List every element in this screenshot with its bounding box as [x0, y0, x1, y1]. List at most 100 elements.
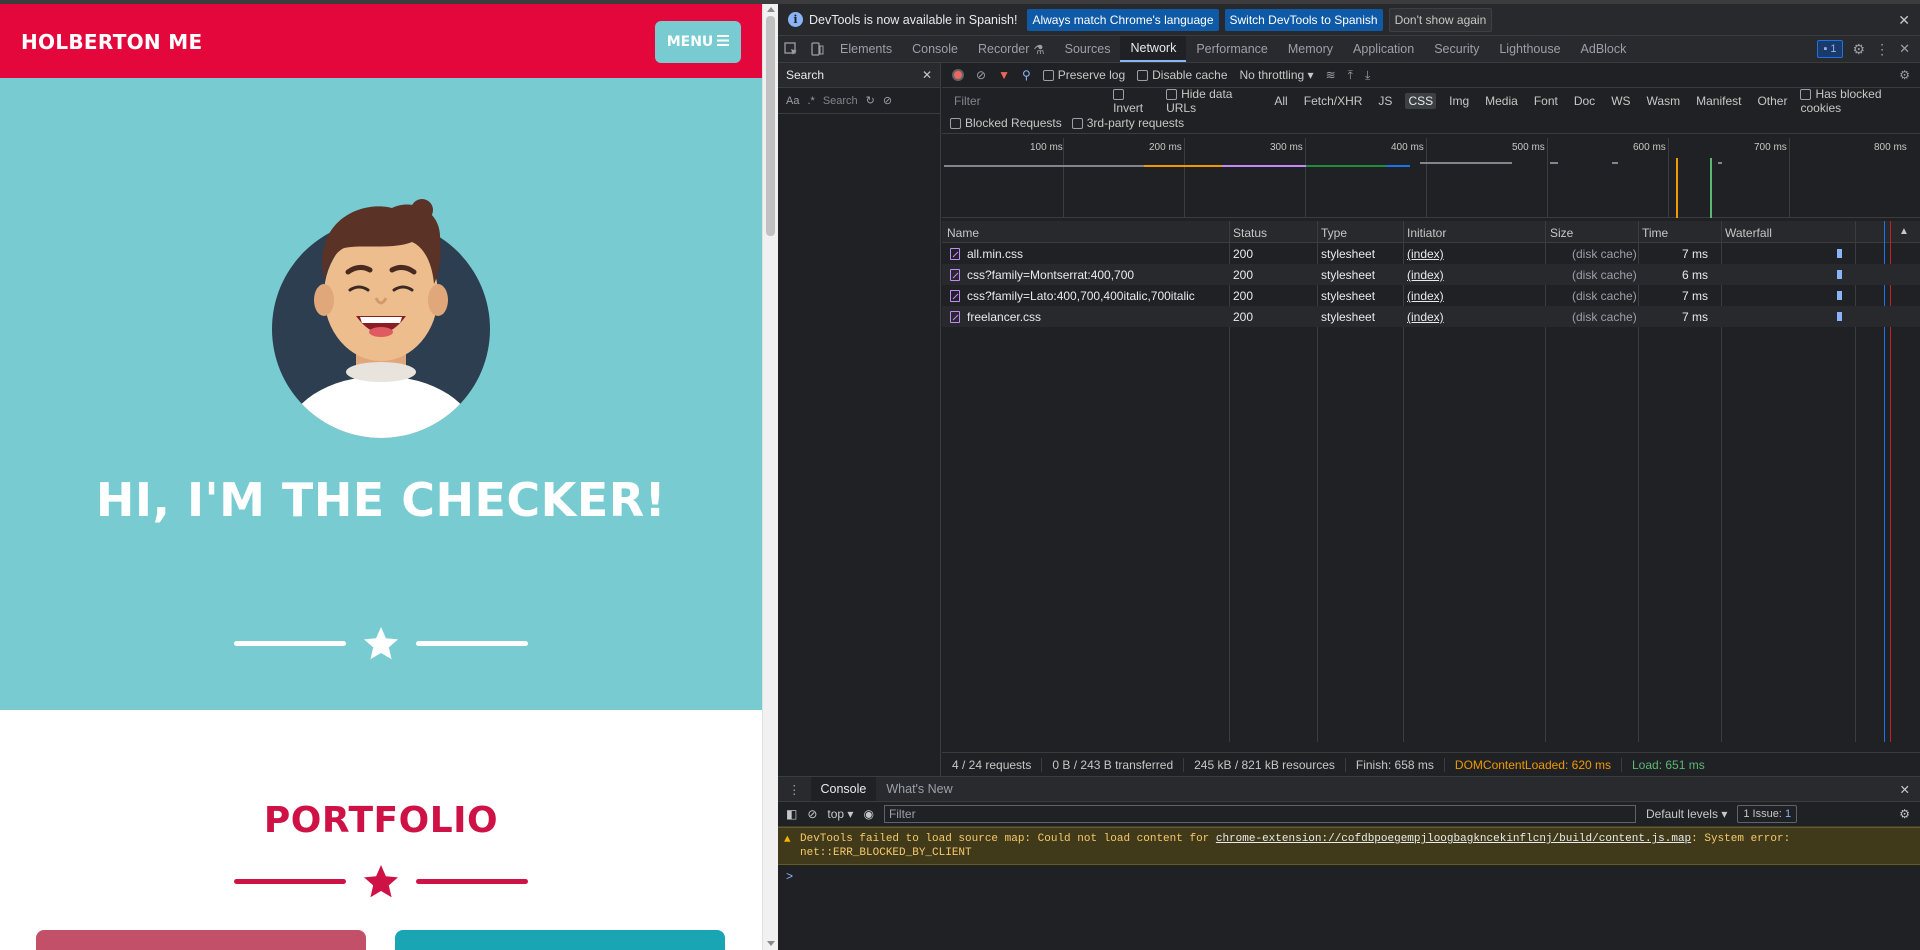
- drawer-menu-icon[interactable]: ⋮: [778, 777, 811, 801]
- tab-security[interactable]: Security: [1424, 36, 1489, 62]
- filter-type-js[interactable]: JS: [1375, 93, 1395, 109]
- tab-network[interactable]: Network: [1120, 36, 1187, 62]
- request-initiator-link[interactable]: (index): [1407, 268, 1444, 282]
- switch-spanish-button[interactable]: Switch DevTools to Spanish: [1224, 8, 1383, 31]
- network-conditions-icon[interactable]: ≋: [1326, 68, 1336, 82]
- clear-console-icon[interactable]: ⊘: [807, 807, 817, 821]
- filter-type-fetch-xhr[interactable]: Fetch/XHR: [1301, 93, 1366, 109]
- scroll-down-arrow-icon[interactable]: [767, 941, 775, 946]
- request-initiator-link[interactable]: (index): [1407, 289, 1444, 303]
- console-filter-input[interactable]: Filter: [883, 805, 1636, 823]
- import-har-icon[interactable]: ⤒: [1348, 68, 1353, 83]
- waterfall-bar[interactable]: [1837, 270, 1842, 279]
- column-header-waterfall[interactable]: Waterfall: [1725, 226, 1772, 240]
- scroll-up-arrow-icon[interactable]: [767, 7, 775, 12]
- third-party-checkbox[interactable]: 3rd-party requests: [1071, 116, 1184, 130]
- context-select[interactable]: top ▾: [827, 807, 853, 821]
- table-row[interactable]: css?family=Lato:400,700,400italic,700ita…: [942, 285, 1920, 306]
- close-devtools-icon[interactable]: ✕: [1899, 41, 1910, 57]
- filter-type-media[interactable]: Media: [1482, 93, 1521, 109]
- table-row[interactable]: css?family=Montserrat:400,700 200 styles…: [942, 264, 1920, 285]
- record-icon[interactable]: [952, 69, 964, 81]
- eye-icon[interactable]: ◉: [863, 807, 873, 821]
- column-header-status[interactable]: Status: [1233, 226, 1267, 240]
- column-header-name[interactable]: Name: [947, 226, 979, 240]
- request-initiator-link[interactable]: (index): [1407, 310, 1444, 324]
- tab-performance[interactable]: Performance: [1186, 36, 1278, 62]
- refresh-icon[interactable]: ↻: [866, 94, 875, 107]
- page-scrollbar[interactable]: [762, 4, 778, 950]
- scrollbar-thumb[interactable]: [766, 16, 775, 236]
- disable-cache-checkbox[interactable]: Disable cache: [1137, 68, 1228, 82]
- preserve-log-checkbox[interactable]: Preserve log: [1042, 68, 1125, 82]
- filter-type-doc[interactable]: Doc: [1571, 93, 1598, 109]
- clear-icon[interactable]: ⊘: [883, 94, 892, 107]
- drawer-tab-whats-new[interactable]: What's New: [876, 777, 962, 801]
- inspect-element-icon[interactable]: [778, 36, 804, 62]
- match-language-button[interactable]: Always match Chrome's language: [1027, 8, 1219, 31]
- blocked-requests-checkbox[interactable]: Blocked Requests: [950, 116, 1062, 130]
- filter-icon[interactable]: ▼: [998, 68, 1010, 82]
- waterfall-bar[interactable]: [1837, 249, 1842, 258]
- issues-badge[interactable]: ▪ 1: [1817, 40, 1843, 58]
- gear-icon[interactable]: ⚙: [1853, 41, 1866, 58]
- request-name[interactable]: all.min.css: [967, 247, 1023, 261]
- table-row[interactable]: all.min.css 200 stylesheet (index) (disk…: [942, 243, 1920, 264]
- close-icon[interactable]: ✕: [922, 68, 932, 82]
- invert-checkbox[interactable]: Invert: [1113, 87, 1156, 115]
- filter-type-font[interactable]: Font: [1531, 93, 1561, 109]
- sort-arrow-icon[interactable]: ▲: [1899, 226, 1909, 237]
- throttling-select[interactable]: No throttling ▾: [1240, 68, 1314, 82]
- request-name[interactable]: css?family=Montserrat:400,700: [967, 268, 1134, 282]
- device-toolbar-icon[interactable]: [804, 36, 830, 62]
- drawer-tab-console[interactable]: Console: [810, 777, 877, 801]
- filter-type-img[interactable]: Img: [1446, 93, 1472, 109]
- network-overview-timeline[interactable]: 100 ms 200 ms 300 ms 400 ms 500 ms 600 m…: [942, 138, 1920, 218]
- filter-type-wasm[interactable]: Wasm: [1644, 93, 1684, 109]
- tab-lighthouse[interactable]: Lighthouse: [1489, 36, 1570, 62]
- request-name[interactable]: freelancer.css: [967, 310, 1041, 324]
- export-har-icon[interactable]: ⤓: [1365, 68, 1370, 83]
- dont-show-again-button[interactable]: Don't show again: [1388, 7, 1493, 32]
- console-prompt[interactable]: >: [778, 865, 1920, 887]
- hide-data-urls-checkbox[interactable]: Hide data URLs: [1166, 87, 1261, 115]
- request-name[interactable]: css?family=Lato:400,700,400italic,700ita…: [967, 289, 1195, 303]
- source-map-url-link[interactable]: chrome-extension://cofdbpoegempjloogbagk…: [1216, 833, 1691, 845]
- sidebar-toggle-icon[interactable]: ◧: [786, 807, 797, 821]
- column-header-initiator[interactable]: Initiator: [1407, 226, 1446, 240]
- network-filter-input[interactable]: Filter: [950, 91, 1104, 110]
- tab-adblock[interactable]: AdBlock: [1571, 36, 1637, 62]
- console-issues-badge[interactable]: 1 Issue: 1: [1737, 805, 1798, 823]
- log-levels-select[interactable]: Default levels ▾: [1646, 807, 1727, 821]
- tab-memory[interactable]: Memory: [1278, 36, 1343, 62]
- menu-button[interactable]: MENU: [655, 21, 741, 63]
- network-settings-gear-icon[interactable]: ⚙: [1899, 68, 1910, 82]
- tab-application[interactable]: Application: [1343, 36, 1424, 62]
- tab-console[interactable]: Console: [902, 36, 968, 62]
- tab-recorder[interactable]: Recorder ⚗: [968, 36, 1055, 62]
- filter-type-manifest[interactable]: Manifest: [1693, 93, 1744, 109]
- close-icon[interactable]: ✕: [1898, 12, 1910, 29]
- close-drawer-icon[interactable]: ✕: [1900, 777, 1910, 801]
- regex-icon[interactable]: .*: [807, 95, 814, 107]
- waterfall-bar[interactable]: [1837, 312, 1842, 321]
- filter-type-all[interactable]: All: [1271, 93, 1290, 109]
- portfolio-card[interactable]: [36, 930, 366, 950]
- search-icon[interactable]: ⚲: [1022, 68, 1031, 82]
- column-header-time[interactable]: Time: [1642, 226, 1668, 240]
- search-input[interactable]: Search: [823, 95, 858, 107]
- clear-icon[interactable]: ⊘: [976, 68, 986, 82]
- column-header-type[interactable]: Type: [1321, 226, 1347, 240]
- filter-type-other[interactable]: Other: [1754, 93, 1790, 109]
- waterfall-bar[interactable]: [1837, 291, 1842, 300]
- request-initiator-link[interactable]: (index): [1407, 247, 1444, 261]
- column-header-size[interactable]: Size: [1550, 226, 1573, 240]
- console-settings-gear-icon[interactable]: ⚙: [1899, 807, 1910, 821]
- table-row[interactable]: freelancer.css 200 stylesheet (index) (d…: [942, 306, 1920, 327]
- tab-elements[interactable]: Elements: [830, 36, 902, 62]
- tab-sources[interactable]: Sources: [1055, 36, 1121, 62]
- more-options-icon[interactable]: ⋮: [1875, 41, 1889, 58]
- filter-type-css[interactable]: CSS: [1405, 92, 1437, 109]
- brand-logo[interactable]: HOLBERTON ME: [21, 30, 202, 54]
- match-case-icon[interactable]: Aa: [786, 95, 799, 107]
